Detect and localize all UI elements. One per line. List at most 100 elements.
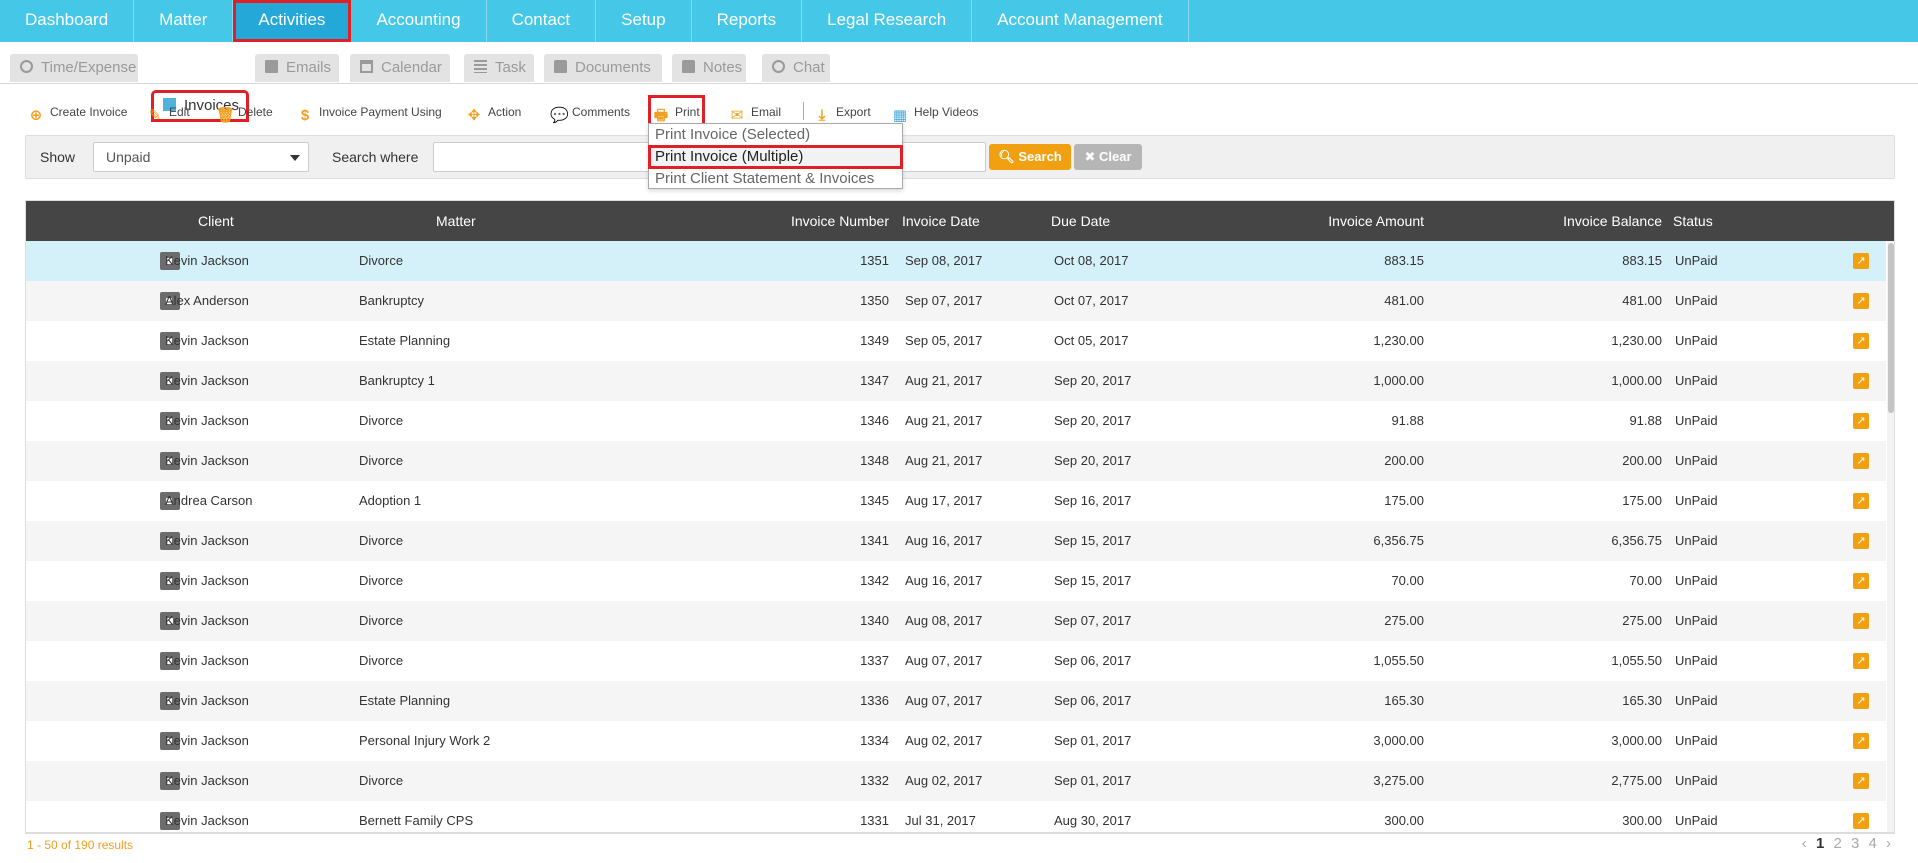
search-button[interactable]: 🔍︎ Search xyxy=(989,144,1071,170)
table-row[interactable]: Kevin Jackson Bernett Family CPS 1331 Jul 3… xyxy=(26,801,1886,832)
open-invoice-icon[interactable]: ↗ xyxy=(1853,533,1869,549)
email-button[interactable]: ✉ Email xyxy=(729,100,781,124)
cell-due: Sep 01, 2017 xyxy=(1054,733,1132,748)
table-row[interactable]: Kevin Jackson Estate Planning 1349 Sep 05, … xyxy=(26,321,1886,361)
column-header-due-date[interactable]: Due Date xyxy=(1051,201,1110,241)
table-row[interactable]: Kevin Jackson Personal Injury Work 2 1334 A… xyxy=(26,721,1886,761)
next-page-icon[interactable]: › xyxy=(1886,835,1891,852)
open-invoice-icon[interactable]: ↗ xyxy=(1853,453,1869,469)
tab-documents[interactable]: Documents xyxy=(544,54,662,82)
help-videos-button[interactable]: ▦ Help Videos xyxy=(892,100,979,124)
open-invoice-icon[interactable]: ↗ xyxy=(1853,733,1869,749)
open-invoice-icon[interactable]: ↗ xyxy=(1853,413,1869,429)
page-1[interactable]: 1 xyxy=(1816,835,1824,852)
search-where-select[interactable] xyxy=(433,142,669,172)
column-header-matter[interactable]: Matter xyxy=(436,201,476,241)
page-4[interactable]: 4 xyxy=(1868,835,1876,852)
table-body: Kevin Jackson Divorce 1351 Sep 08, 2017 Oct … xyxy=(26,241,1886,832)
open-invoice-icon[interactable]: ↗ xyxy=(1853,653,1869,669)
edit-button[interactable]: ✎ Edit xyxy=(147,100,190,124)
nav-activities[interactable]: Activities xyxy=(233,0,352,42)
toolbar-divider xyxy=(803,102,804,120)
print-button[interactable]: 🖶 Print xyxy=(648,95,705,129)
table-row[interactable]: Kevin Jackson Bankruptcy 1 1347 Aug 21, 201… xyxy=(26,361,1886,401)
cell-balance: 275.00 xyxy=(1622,613,1662,628)
cell-date: Aug 02, 2017 xyxy=(905,733,983,748)
nav-contact[interactable]: Contact xyxy=(487,0,597,42)
table-row[interactable]: Kevin Jackson Divorce 1332 Aug 02, 2017 Sep … xyxy=(26,761,1886,801)
tab-task[interactable]: Task xyxy=(464,54,534,82)
cell-amount: 3,000.00 xyxy=(1373,733,1424,748)
invoice-payment-button[interactable]: $ Invoice Payment Using xyxy=(297,100,442,124)
nav-accounting[interactable]: Accounting xyxy=(351,0,487,42)
cell-client: Andrea Carson xyxy=(165,493,253,508)
menu-print-invoice-multiple[interactable]: Print Invoice (Multiple) xyxy=(648,145,903,169)
table-row[interactable]: Kevin Jackson Divorce 1346 Aug 21, 2017 Sep … xyxy=(26,401,1886,441)
tab-chat[interactable]: Chat xyxy=(762,54,830,82)
open-invoice-icon[interactable]: ↗ xyxy=(1853,573,1869,589)
nav-account-management[interactable]: Account Management xyxy=(972,0,1189,42)
scrollbar-thumb[interactable] xyxy=(1888,243,1894,413)
table-row[interactable]: Alex Anderson Bankruptcy 1350 Sep 07, 2017 O… xyxy=(26,281,1886,321)
vertical-scrollbar[interactable] xyxy=(1887,241,1894,832)
close-icon: ✖ xyxy=(1084,149,1099,164)
column-header-invoice-number[interactable]: Invoice Number xyxy=(726,201,889,241)
column-header-invoice-date[interactable]: Invoice Date xyxy=(902,201,980,241)
prev-page-icon[interactable]: ‹ xyxy=(1802,835,1807,852)
cell-matter: Bernett Family CPS xyxy=(359,813,474,828)
tab-notes[interactable]: Notes xyxy=(672,54,746,82)
edit-label: Edit xyxy=(169,105,190,119)
export-button[interactable]: ⤓ Export xyxy=(814,100,871,124)
table-row[interactable]: Kevin Jackson Divorce 1348 Aug 21, 2017 Sep … xyxy=(26,441,1886,481)
create-invoice-button[interactable]: ⊕ Create Invoice xyxy=(28,100,128,124)
open-invoice-icon[interactable]: ↗ xyxy=(1853,493,1869,509)
tab-time-expense[interactable]: Time/Expense xyxy=(10,54,138,82)
column-header-status[interactable]: Status xyxy=(1673,201,1713,241)
cell-date: Aug 02, 2017 xyxy=(905,773,983,788)
open-invoice-icon[interactable]: ↗ xyxy=(1853,773,1869,789)
nav-setup[interactable]: Setup xyxy=(596,0,692,42)
page-3[interactable]: 3 xyxy=(1851,835,1859,852)
print-menu: Print Invoice (Selected) Print Invoice (… xyxy=(648,123,903,189)
cell-number: 1332 xyxy=(860,773,889,788)
cell-date: Aug 21, 2017 xyxy=(905,413,983,428)
open-invoice-icon[interactable]: ↗ xyxy=(1853,813,1869,829)
action-button[interactable]: ✥ Action xyxy=(466,100,522,124)
cell-status: UnPaid xyxy=(1675,253,1718,268)
cell-date: Sep 07, 2017 xyxy=(905,293,983,308)
table-row[interactable]: Andrea Carson Adoption 1 1345 Aug 17, 2017 S… xyxy=(26,481,1886,521)
nav-legal-research[interactable]: Legal Research xyxy=(802,0,973,42)
open-invoice-icon[interactable]: ↗ xyxy=(1853,253,1869,269)
menu-print-client-statement[interactable]: Print Client Statement & Invoices xyxy=(649,168,902,190)
show-select[interactable]: Unpaid xyxy=(93,142,309,172)
nav-reports[interactable]: Reports xyxy=(692,0,803,42)
menu-print-invoice-selected[interactable]: Print Invoice (Selected) xyxy=(649,124,902,146)
open-invoice-icon[interactable]: ↗ xyxy=(1853,333,1869,349)
open-invoice-icon[interactable]: ↗ xyxy=(1853,373,1869,389)
nav-matter[interactable]: Matter xyxy=(134,0,234,42)
tab-calendar[interactable]: Calendar xyxy=(350,54,450,82)
table-row[interactable]: Kevin Jackson Divorce 1342 Aug 16, 2017 Sep … xyxy=(26,561,1886,601)
cell-client: Kevin Jackson xyxy=(165,733,249,748)
column-header-invoice-balance[interactable]: Invoice Balance xyxy=(1486,201,1662,241)
column-header-invoice-amount[interactable]: Invoice Amount xyxy=(1226,201,1424,241)
comments-button[interactable]: 💬 Comments xyxy=(550,100,630,124)
nav-dashboard[interactable]: Dashboard xyxy=(0,0,135,42)
tab-emails[interactable]: Emails xyxy=(255,54,339,82)
column-header-client[interactable]: Client xyxy=(198,201,234,241)
table-row[interactable]: Kevin Jackson Divorce 1340 Aug 08, 2017 Sep … xyxy=(26,601,1886,641)
clear-button[interactable]: ✖ Clear xyxy=(1074,144,1142,170)
delete-button[interactable]: 🗑 Delete xyxy=(216,100,273,124)
cell-number: 1340 xyxy=(860,613,889,628)
open-invoice-icon[interactable]: ↗ xyxy=(1853,693,1869,709)
cell-due: Aug 30, 2017 xyxy=(1054,813,1132,828)
open-invoice-icon[interactable]: ↗ xyxy=(1853,293,1869,309)
table-row[interactable]: Kevin Jackson Divorce 1337 Aug 07, 2017 Sep … xyxy=(26,641,1886,681)
table-row[interactable]: Kevin Jackson Divorce 1351 Sep 08, 2017 Oct … xyxy=(26,241,1886,281)
film-icon: ▦ xyxy=(892,107,908,124)
page-2[interactable]: 2 xyxy=(1833,835,1841,852)
table-row[interactable]: Kevin Jackson Estate Planning 1336 Aug 07, … xyxy=(26,681,1886,721)
cell-status: UnPaid xyxy=(1675,413,1718,428)
table-row[interactable]: Kevin Jackson Divorce 1341 Aug 16, 2017 Sep … xyxy=(26,521,1886,561)
open-invoice-icon[interactable]: ↗ xyxy=(1853,613,1869,629)
